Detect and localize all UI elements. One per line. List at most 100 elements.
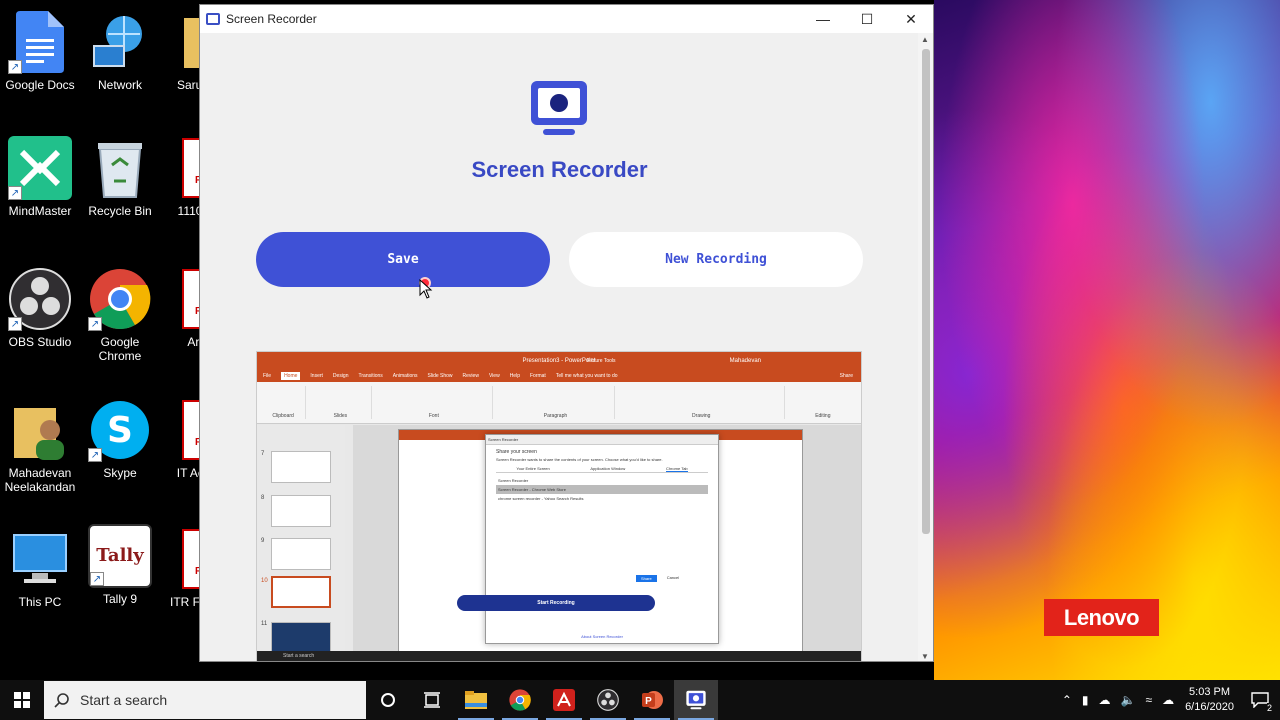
preview-cancel-button: Cancel [666, 575, 680, 580]
volume-icon[interactable]: 🔈 [1121, 693, 1136, 707]
mouse-cursor-icon [419, 279, 433, 299]
slide-thumbnail [271, 622, 331, 654]
lenovo-logo: Lenovo [1044, 599, 1159, 636]
desktop-icon-network[interactable]: Network [80, 10, 160, 92]
recorder-card: Screen Recorder Save New Recording Prese… [219, 51, 900, 661]
preview-user: Mahadevan [729, 357, 761, 364]
minimize-button[interactable]: — [801, 5, 845, 33]
save-button[interactable]: Save [256, 232, 550, 287]
scroll-down-icon[interactable]: ▼ [921, 652, 929, 661]
icon-label: Google Chrome [98, 335, 142, 363]
preview-tell-me: Tell me what you want to do [555, 372, 618, 379]
desktop-icon-mindmaster[interactable]: ↗ MindMaster [0, 136, 80, 218]
icon-label: Skype [103, 466, 137, 480]
chrome-icon [509, 689, 531, 711]
wifi-icon[interactable]: ≈ [1145, 693, 1152, 707]
preview-taskbar: Start a search [257, 651, 861, 661]
desktop-icon-google-docs[interactable]: ↗ Google Docs [0, 10, 80, 92]
windows-icon [14, 692, 30, 708]
scroll-up-icon[interactable]: ▲ [921, 35, 929, 44]
file-explorer-icon [465, 691, 487, 709]
cortana-icon [381, 693, 395, 707]
desktop-icon-user-folder[interactable]: Mahadevan Neelakandan [0, 398, 80, 494]
desktop-icon-recycle-bin[interactable]: Recycle Bin [80, 136, 160, 218]
preview-tab: Review [462, 372, 479, 379]
slide-thumbnail [271, 451, 331, 483]
desktop-icon-this-pc[interactable]: This PC [0, 527, 80, 609]
tally-icon: Tally ↗ [88, 524, 152, 588]
screen-recorder-icon [686, 690, 706, 710]
desktop-icon-skype[interactable]: S ↗ Skype [80, 398, 160, 480]
clock[interactable]: 5:03 PM 6/16/2020 [1185, 685, 1234, 715]
show-hidden-icons[interactable]: ⌃ [1062, 693, 1072, 707]
preview-share-tab: Your Entire Screen [516, 466, 550, 471]
preview-tab: Animations [392, 372, 418, 379]
preview-tab: File [263, 372, 272, 379]
task-view-icon [424, 692, 440, 708]
cloud-status-icon[interactable]: ☁ [1099, 693, 1111, 707]
clock-date: 6/16/2020 [1185, 701, 1234, 713]
screen-recorder-logo-icon [531, 81, 587, 135]
preview-tab: View [488, 372, 500, 379]
preview-picture-tools: Picture Tools [587, 357, 616, 364]
taskbar-acrobat[interactable] [542, 680, 586, 720]
taskbar-file-explorer[interactable] [454, 680, 498, 720]
preview-tab: Format [529, 372, 546, 379]
clock-time: 5:03 PM [1189, 686, 1231, 698]
preview-share-desc: Screen Recorder wants to share the conte… [496, 457, 663, 462]
slide-thumbnail [271, 495, 331, 527]
taskbar-obs[interactable] [586, 680, 630, 720]
slide-number: 7 [261, 451, 265, 457]
preview-slide-area: Screen Recorder Share your screen Screen… [353, 425, 861, 661]
desktop-icon-obs[interactable]: ↗ OBS Studio [0, 267, 80, 349]
close-button[interactable]: ✕ [889, 5, 933, 33]
network-icon [88, 10, 152, 74]
obs-icon: ↗ [8, 267, 72, 331]
user-folder-icon [8, 398, 72, 462]
slide-number: 9 [261, 538, 265, 544]
obs-icon [597, 689, 619, 711]
preview-about-link: About Screen Recorder [581, 634, 623, 639]
preview-share-tab: Chrome Tab [665, 466, 688, 472]
window-controls: — ☐ ✕ [801, 5, 933, 33]
preview-tab: Help [509, 372, 520, 379]
slide-number: 11 [261, 621, 268, 627]
preview-share-dialog: Screen Recorder Share your screen Screen… [485, 434, 719, 644]
preview-ribbon: Clipboard Slides Font Paragraph Drawing … [257, 382, 861, 424]
recording-preview[interactable]: Presentation3 - PowerPoint Picture Tools… [256, 351, 862, 661]
acrobat-icon [553, 689, 575, 711]
preview-tab: Home [281, 371, 301, 380]
icon-label: This PC [18, 595, 62, 609]
taskbar-chrome[interactable] [498, 680, 542, 720]
slide-number: 10 [261, 578, 268, 584]
slide-thumbnail-selected [271, 576, 331, 608]
preview-dialog-title: Screen Recorder [486, 435, 718, 445]
desktop-icon-tally[interactable]: Tally ↗ Tally 9 [80, 524, 160, 606]
action-center-button[interactable]: 2 [1240, 680, 1280, 720]
taskbar-screen-recorder[interactable] [674, 680, 718, 720]
onedrive-icon[interactable]: ☁ [1162, 693, 1174, 707]
taskbar: Start a search P ⌃ ▮ ☁ 🔈 ≈ ☁ 5:03 PM 6/1… [0, 680, 1280, 720]
wallpaper [934, 0, 1280, 680]
icon-label: Network [97, 78, 142, 92]
ribbon-group-label: Clipboard [272, 413, 294, 419]
start-button[interactable] [0, 680, 44, 720]
preview-share-button: Share [636, 575, 657, 582]
cortana-button[interactable] [366, 680, 410, 720]
vertical-scrollbar[interactable]: ▲ ▼ [918, 33, 933, 661]
desktop-icon-chrome[interactable]: ↗ Google Chrome [80, 267, 160, 363]
taskbar-powerpoint[interactable]: P [630, 680, 674, 720]
scrollbar-thumb[interactable] [922, 49, 930, 534]
new-recording-button[interactable]: New Recording [569, 232, 863, 287]
skype-icon: S ↗ [88, 398, 152, 462]
google-docs-icon: ↗ [8, 10, 72, 74]
battery-icon[interactable]: ▮ [1082, 693, 1089, 707]
preview-tab: Transitions [358, 372, 383, 379]
preview-search-hint: Start a search [283, 653, 315, 659]
taskbar-search[interactable]: Start a search [44, 681, 366, 719]
task-view-button[interactable] [410, 680, 454, 720]
maximize-button[interactable]: ☐ [845, 5, 889, 33]
app-title: Screen Recorder [471, 157, 648, 182]
search-placeholder: Start a search [80, 692, 168, 708]
ribbon-group-label: Drawing [692, 413, 711, 419]
